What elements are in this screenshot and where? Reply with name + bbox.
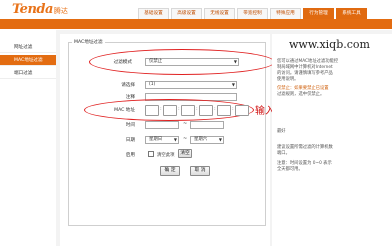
sidebar-item-url-filter[interactable]: 网址过滤 bbox=[0, 42, 56, 53]
select-label: 请选择 bbox=[121, 83, 135, 88]
logo-cn-text: 腾达 bbox=[53, 7, 68, 15]
date-from-select[interactable]: 星期日 ▼ bbox=[145, 136, 179, 144]
tab-special-apps[interactable]: 特殊应用 bbox=[270, 8, 301, 19]
date-to-select[interactable]: 星期六 ▼ bbox=[190, 136, 224, 144]
sidebar-item-mac-filter[interactable]: MAC地址过滤 bbox=[0, 55, 56, 66]
chevron-down-icon: ▼ bbox=[218, 137, 222, 142]
logo-text: Tenda bbox=[12, 2, 53, 17]
help-line: 端口。 bbox=[277, 151, 290, 156]
watermark-text: www.xiqb.com bbox=[289, 38, 370, 51]
clear-rule-label: 清空此项 bbox=[157, 153, 175, 158]
sidebar-item-port-filter[interactable]: 端口过滤 bbox=[0, 68, 56, 79]
mac-colon: : bbox=[232, 106, 234, 112]
enable-label: 启用 bbox=[125, 153, 135, 158]
ok-button[interactable]: 确 定 bbox=[160, 166, 180, 176]
date-label: 日期 bbox=[125, 138, 135, 143]
top-nav-tabs: 基础设置 高级设置 无线设置 带宽控制 特殊应用 行为管理 系统工具 bbox=[138, 8, 369, 19]
highlight-ellipse-filter-mode bbox=[89, 49, 275, 75]
time-label: 时间 bbox=[125, 123, 135, 128]
tab-wireless[interactable]: 无线设置 bbox=[204, 8, 235, 19]
tab-behavior-management[interactable]: 行为管理 bbox=[303, 8, 334, 19]
time-start-input[interactable] bbox=[145, 121, 179, 129]
mac-field-2[interactable] bbox=[163, 105, 177, 116]
mac-colon: : bbox=[160, 106, 162, 112]
tab-advanced[interactable]: 高级设置 bbox=[171, 8, 202, 19]
mac-colon: : bbox=[214, 106, 216, 112]
tab-system-tools[interactable]: 系统工具 bbox=[336, 8, 367, 19]
date-separator: ~ bbox=[183, 136, 188, 142]
date-to-value: 星期六 bbox=[194, 137, 208, 142]
sidebar: 网址过滤 MAC地址过滤 端口过滤 bbox=[0, 30, 56, 246]
note-label: 注释 bbox=[125, 95, 135, 100]
time-end-input[interactable] bbox=[190, 121, 224, 129]
help-line: 全天都可用。 bbox=[277, 167, 303, 172]
nav-bar bbox=[0, 19, 392, 29]
brand-logo: Tenda 腾达 bbox=[12, 2, 68, 17]
mac-colon: : bbox=[178, 106, 180, 112]
enable-checkbox[interactable] bbox=[148, 151, 154, 157]
fieldset-legend: MAC地址过滤 bbox=[72, 39, 105, 45]
mac-field-3[interactable] bbox=[181, 105, 195, 116]
mac-field-6[interactable] bbox=[235, 105, 249, 116]
tab-basic[interactable]: 基础设置 bbox=[138, 8, 169, 19]
rule-select[interactable]: (1) ▼ bbox=[145, 81, 237, 89]
date-from-value: 星期日 bbox=[149, 137, 163, 142]
time-separator: ~ bbox=[183, 121, 188, 127]
mac-field-1[interactable] bbox=[145, 105, 159, 116]
chevron-down-icon: ▼ bbox=[173, 137, 177, 142]
clear-button[interactable]: 清空 bbox=[178, 149, 192, 158]
mac-label: MAC 地址 bbox=[114, 108, 135, 113]
tab-bandwidth[interactable]: 带宽控制 bbox=[237, 8, 268, 19]
help-line: 过滤规则，选中仅禁止。 bbox=[277, 92, 325, 97]
mac-field-4[interactable] bbox=[199, 105, 213, 116]
mac-colon: : bbox=[196, 106, 198, 112]
mac-field-5[interactable] bbox=[217, 105, 231, 116]
help-line: 使用说明。 bbox=[277, 77, 299, 82]
chevron-down-icon: ▼ bbox=[231, 82, 235, 87]
help-line: 最好 bbox=[277, 129, 286, 134]
cancel-button[interactable]: 取 消 bbox=[190, 166, 210, 176]
rule-select-value: (1) bbox=[149, 82, 156, 87]
